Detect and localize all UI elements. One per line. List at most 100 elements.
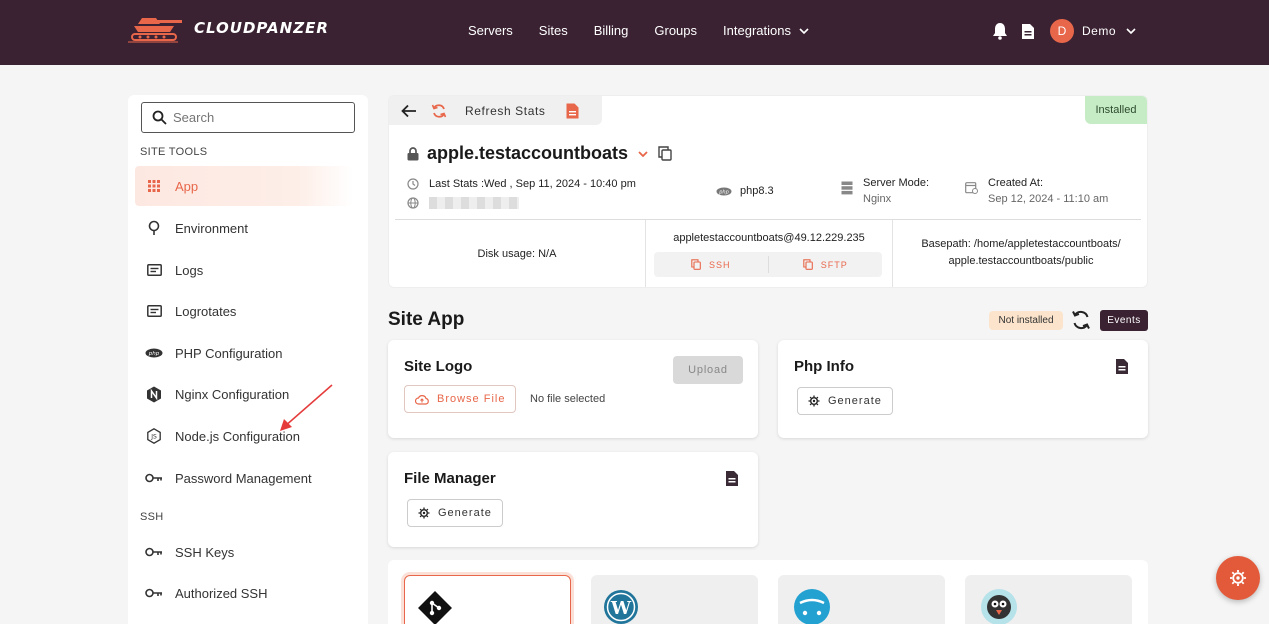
section-label-ssh: SSH [140,511,164,523]
site-logo-card: Site Logo Upload Browse File No file sel… [388,340,758,438]
php-icon: php [145,344,163,362]
copy-icon [691,259,701,270]
nav-billing[interactable]: Billing [594,23,629,38]
sidebar-item-authorized-ssh[interactable]: Authorized SSH [135,573,353,613]
generate-button[interactable]: Generate [407,499,503,527]
site-name: apple.testaccountboats [427,143,629,163]
created-value: Sep 12, 2024 - 11:10 am [988,193,1109,205]
chevron-down-icon[interactable] [1126,28,1136,34]
document-icon[interactable] [725,470,739,487]
sidebar-item-label: Logs [175,262,204,278]
server-mode-value: Nginx [863,193,892,205]
nav-integrations[interactable]: Integrations [723,23,809,38]
app-installer-strip: W [388,560,1148,624]
search-input[interactable] [173,110,343,125]
prestashop-icon [981,589,1017,624]
upload-button[interactable]: Upload [673,356,743,384]
nav-label: Sites [538,23,568,38]
sidebar-item-label: App [175,178,199,194]
search-icon [152,110,167,125]
generate-button[interactable]: Generate [797,387,893,415]
sidebar-item-ssh-keys[interactable]: SSH Keys [135,532,353,572]
sync-icon[interactable] [1070,309,1092,331]
app-tile-opencart[interactable] [778,575,945,624]
redacted-ip [429,197,519,209]
top-navbar: CLOUDPANZER Servers Sites Billing Groups… [0,0,1269,65]
sidebar-item-environment[interactable]: Environment [135,208,353,248]
nav-servers[interactable]: Servers [468,23,513,38]
gear-icon [808,395,820,407]
sidebar-item-php-configuration[interactable]: php PHP Configuration [135,333,353,373]
browse-label: Browse File [437,393,506,405]
grid-icon [145,177,163,195]
nav-label: Servers [468,23,513,38]
brand-name: CLOUDPANZER [194,19,329,37]
nodejs-icon: JS [145,427,163,445]
bell-icon[interactable] [990,20,1010,42]
app-tile-git[interactable] [404,575,571,624]
settings-fab-button[interactable] [1216,556,1260,600]
section-label-site-tools: SITE TOOLS [140,146,208,158]
server-mode: Server Mode: Nginx [841,177,929,205]
main-nav: Servers Sites Billing Groups Integration… [468,23,835,38]
created-label: Created At: [988,177,1044,189]
generate-label: Generate [438,507,492,519]
ssh-label: SSH [708,259,731,270]
key-icon [145,584,163,602]
stats-toolbar: Refresh Stats [389,96,602,125]
generate-label: Generate [828,395,882,407]
section-title: Site App [388,309,465,330]
refresh-stats-button[interactable]: Refresh Stats [465,104,546,118]
sidebar-item-logs[interactable]: Logs [135,250,353,290]
history-icon [407,178,421,190]
sidebar-item-logrotates[interactable]: Logrotates [135,291,353,331]
document-icon[interactable] [1018,20,1038,42]
report-icon[interactable] [566,103,579,119]
svg-text:W: W [610,598,632,619]
nav-groups[interactable]: Groups [654,23,697,38]
browse-file-button[interactable]: Browse File [404,385,517,413]
status-badge: Installed [1085,96,1147,124]
php-version-text: php8.3 [740,185,774,197]
refresh-icon[interactable] [431,103,447,119]
sidebar-item-label: Nginx Configuration [175,386,290,402]
chevron-down-icon [799,27,809,34]
card-title: Php Info [794,358,854,375]
basepath-line1: /home/appletestaccountboats/ [973,238,1121,250]
app-tile-prestashop[interactable] [965,575,1132,624]
copy-icon [802,259,813,270]
card-title: File Manager [404,470,496,487]
list-icon [145,261,163,279]
basepath: Basepath: /home/appletestaccountboats/ a… [893,236,1147,270]
arrow-left-icon[interactable] [401,104,417,118]
sidebar-item-label: Authorized SSH [175,585,268,601]
sidebar-item-password-management[interactable]: Password Management [135,458,353,498]
copy-icon[interactable] [658,146,672,161]
logo[interactable]: CLOUDPANZER [128,12,329,44]
nav-label: Billing [593,23,629,38]
gear-icon [418,507,430,519]
document-icon[interactable] [1115,358,1129,375]
annotation-arrow [280,384,333,431]
user-area: D Demo [990,19,1136,43]
disk-value: N/A [538,248,557,260]
basepath-line2: apple.testaccountboats/public [948,255,1094,267]
nav-label: Integrations [723,23,791,38]
events-button[interactable]: Events [1100,310,1148,331]
app-tile-wordpress[interactable]: W [591,575,758,624]
ssh-address: appletestaccountboats@49.12.229.235 [673,232,865,244]
gear-icon [1230,570,1246,586]
tree-icon [145,219,163,237]
nav-sites[interactable]: Sites [539,23,568,38]
key-icon [145,543,163,561]
ssh-copy-button[interactable]: SSH [654,252,768,277]
search-box[interactable] [141,102,355,133]
sftp-copy-button[interactable]: SFTP [769,252,883,277]
chevron-down-icon[interactable] [638,150,648,157]
app-status-badge: Not installed [989,311,1063,330]
avatar[interactable]: D [1050,19,1074,43]
user-name[interactable]: Demo [1082,24,1116,38]
last-stats: Last Stats :Wed , Sep 11, 2024 - 10:40 p… [407,176,636,211]
file-manager-card: File Manager Generate [388,452,758,547]
sidebar-item-app[interactable]: App [135,166,353,206]
